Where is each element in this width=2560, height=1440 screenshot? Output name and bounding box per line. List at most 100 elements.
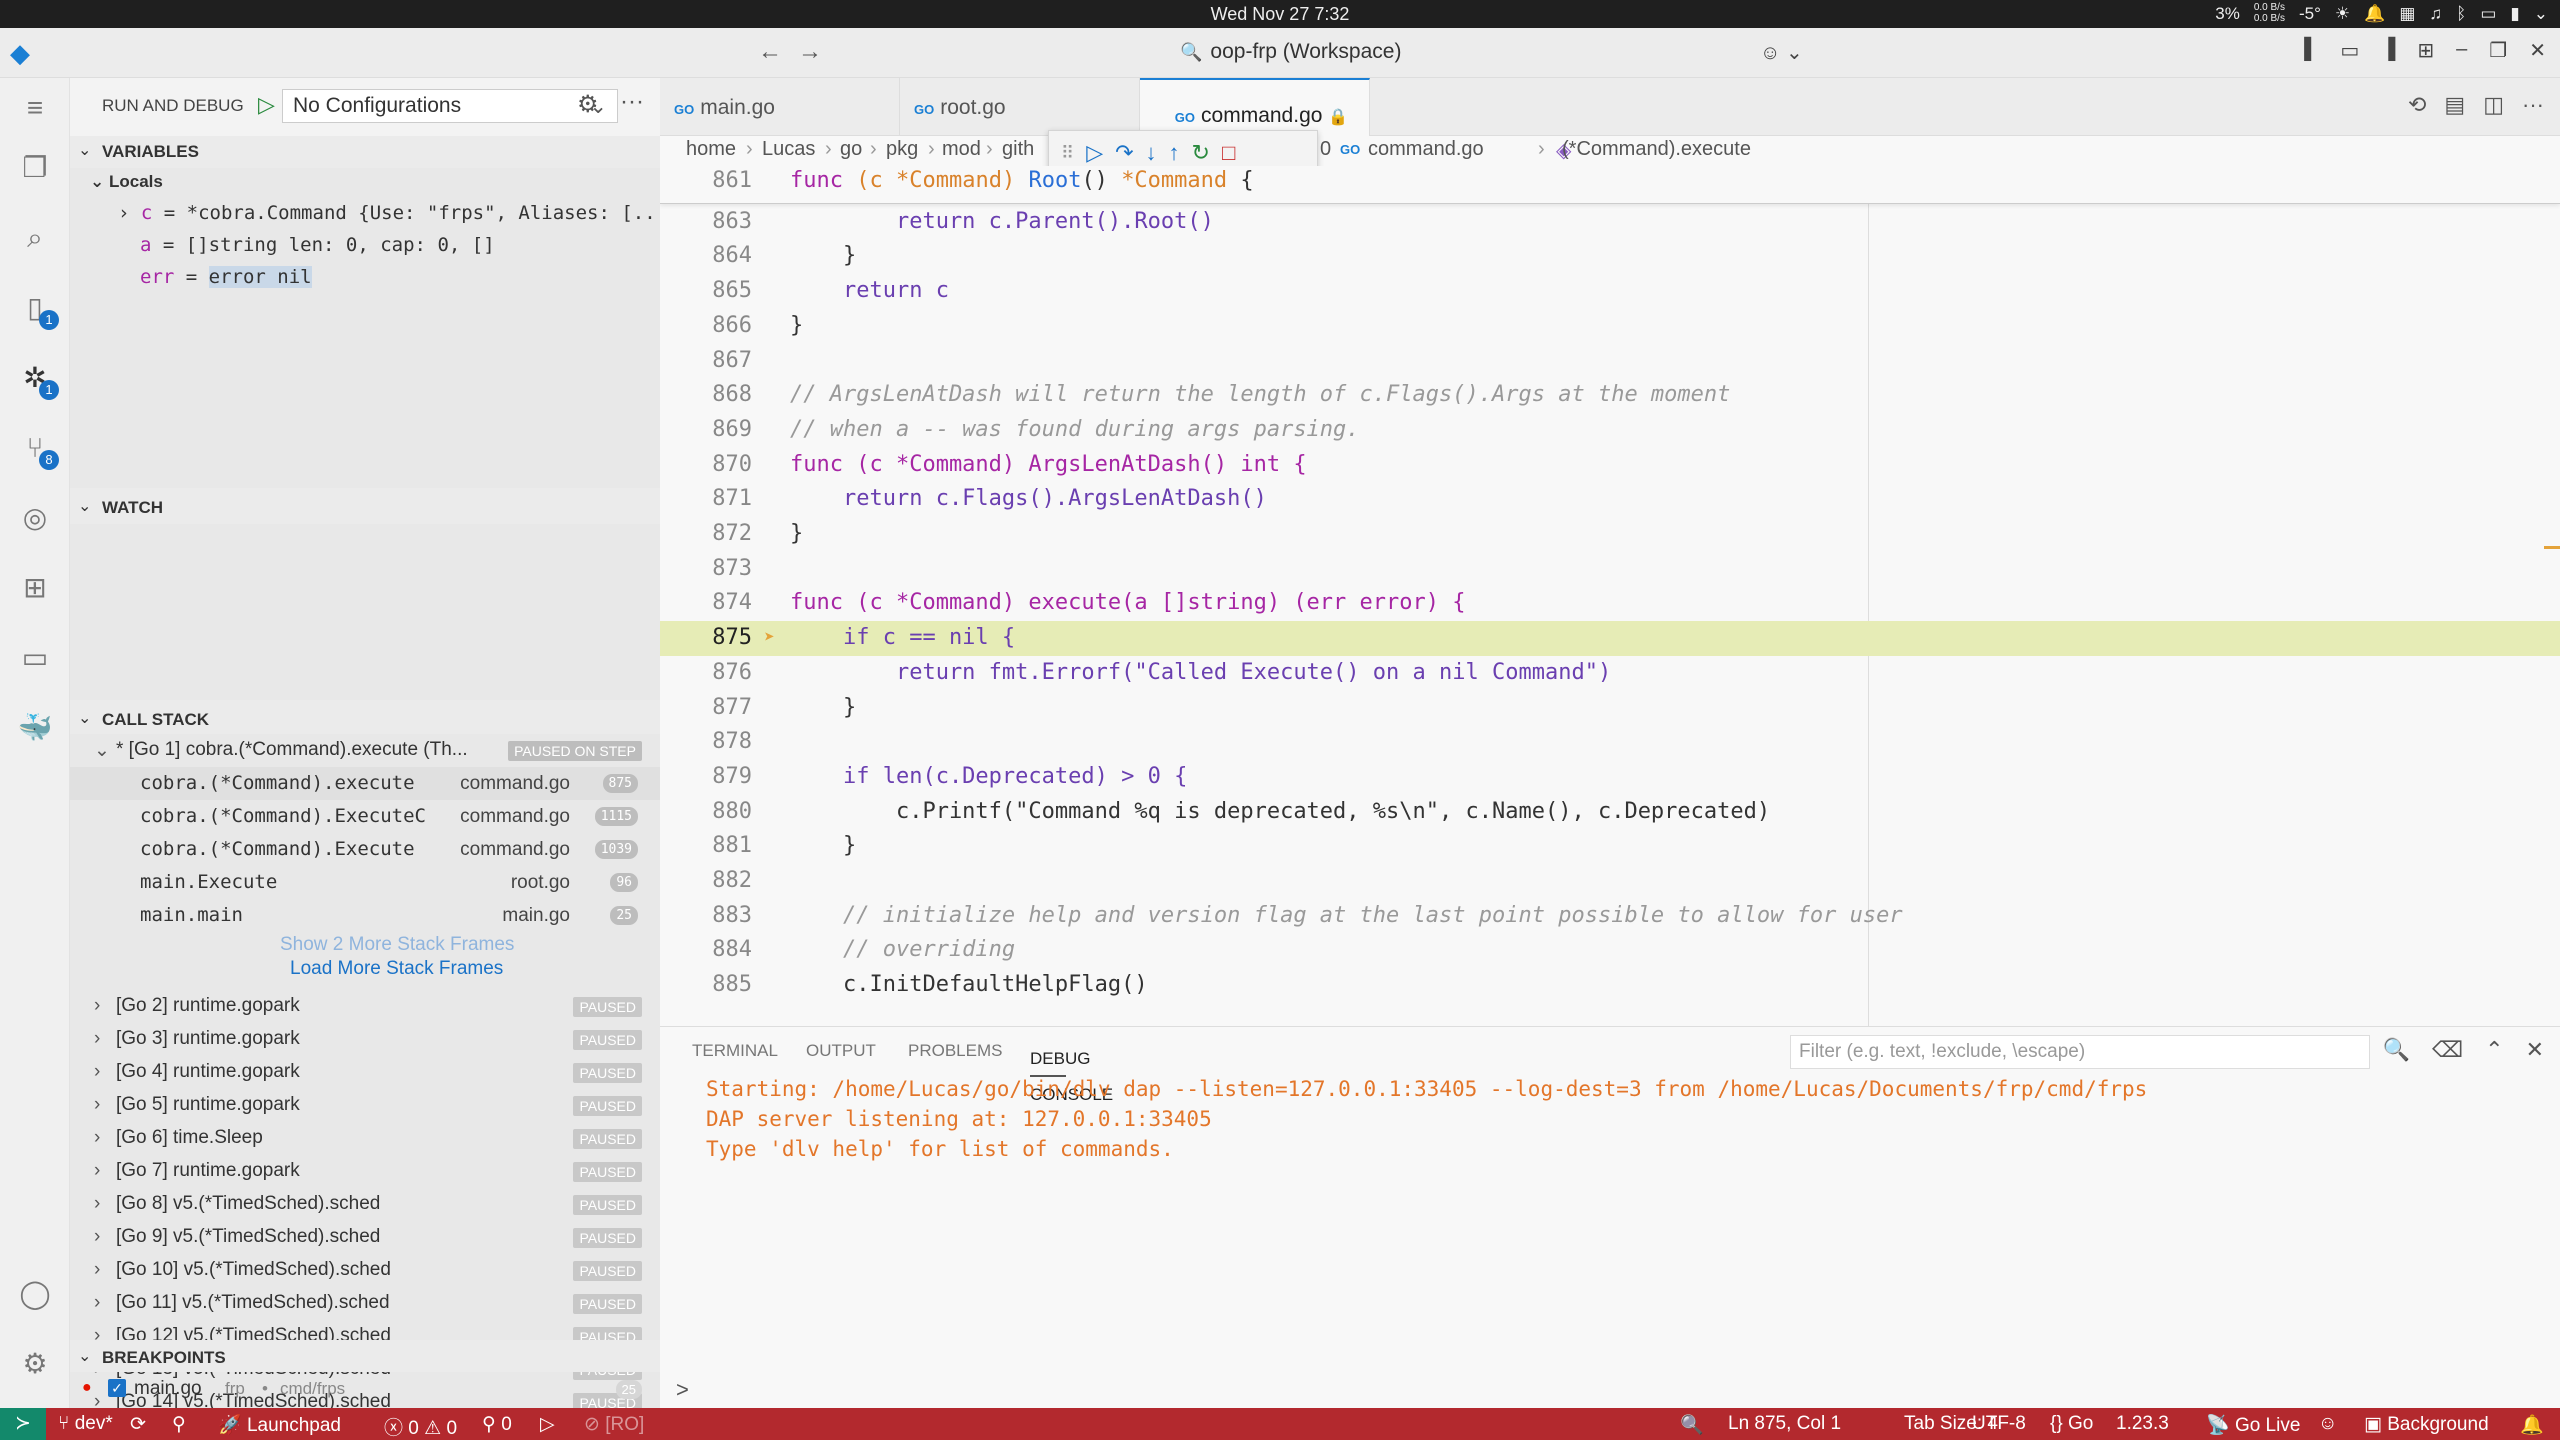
testing-icon[interactable]: ▭ <box>17 640 53 676</box>
code-line[interactable]: 884 // overriding <box>660 933 2560 968</box>
weather-temp[interactable]: -5° <box>2299 4 2321 24</box>
line-number[interactable]: 871 <box>660 486 752 511</box>
line-number[interactable]: 868 <box>660 382 752 407</box>
watch-section-header[interactable]: ⌄ WATCH <box>70 490 660 522</box>
line-number[interactable]: 865 <box>660 278 752 303</box>
variable-err[interactable]: err = error nil <box>140 266 312 288</box>
continue-icon[interactable]: ▷ <box>1086 140 1103 166</box>
callstack-section-header[interactable]: ⌄ CALL STACK <box>70 702 660 734</box>
restart-icon[interactable]: ↻ <box>1192 140 1210 166</box>
tray-chevron-icon[interactable]: ⌄ <box>2534 4 2548 24</box>
explorer-icon[interactable]: ❐ <box>17 150 53 186</box>
split-editor-icon[interactable]: ◫ <box>2483 92 2504 118</box>
stop-icon[interactable]: □ <box>1222 140 1235 166</box>
thread-item[interactable]: › [Go 9] v5.(*TimedSched).sched PAUSED <box>70 1221 660 1254</box>
breadcrumb-item[interactable]: go <box>840 138 862 161</box>
tab-output[interactable]: OUTPUT <box>806 1041 876 1061</box>
copilot-status-icon[interactable]: ☺ <box>2318 1413 2337 1435</box>
restore-icon[interactable]: ❐ <box>2489 38 2507 63</box>
code-line[interactable]: 879 if len(c.Deprecated) > 0 { <box>660 760 2560 795</box>
breadcrumb-item[interactable]: (*Command).execute <box>1562 138 1751 161</box>
thread-item[interactable]: › [Go 5] runtime.gopark PAUSED <box>70 1089 660 1122</box>
code-line[interactable]: 864 } <box>660 239 2560 274</box>
bookmarks-icon[interactable]: ▯ 1 <box>17 290 59 330</box>
code-line[interactable]: 870 func (c *Command) ArgsLenAtDash() int… <box>660 448 2560 483</box>
problems-count[interactable]: ⓧ 0 ⚠ 0 <box>384 1413 457 1440</box>
stack-frame[interactable]: main.main main.go 25 <box>70 899 660 932</box>
line-number[interactable]: 869 <box>660 417 752 442</box>
debug-icon[interactable]: ▷ <box>540 1413 555 1436</box>
thread-item[interactable]: › [Go 3] runtime.gopark PAUSED <box>70 1023 660 1056</box>
code-line[interactable]: 868 // ArgsLenAtDash will return the leng… <box>660 378 2560 413</box>
cpu-indicator[interactable]: 3% <box>2215 4 2240 24</box>
code-line[interactable]: 881 } <box>660 829 2560 864</box>
breadcrumb-item[interactable]: Lucas <box>762 138 815 161</box>
code-line[interactable]: 878 <box>660 725 2560 760</box>
line-number[interactable]: 883 <box>660 903 752 928</box>
breadcrumb-item[interactable]: mod <box>942 138 981 161</box>
breadcrumb-item[interactable]: 0 <box>1320 138 1331 161</box>
stack-frame[interactable]: cobra.(*Command).ExecuteC command.go 1115 <box>70 800 660 833</box>
load-more-frames-link[interactable]: Load More Stack Frames <box>290 958 503 980</box>
tab-terminal[interactable]: TERMINAL <box>692 1041 778 1061</box>
code-line[interactable]: 865 return c <box>660 274 2560 309</box>
copilot-icon[interactable]: ☺ ⌄ <box>1760 40 1803 65</box>
extensions-icon[interactable]: ⊞ <box>17 570 53 606</box>
thread-main[interactable]: ⌄ * [Go 1] cobra.(*Command).execute (Th..… <box>70 734 660 767</box>
line-number[interactable]: 878 <box>660 729 752 754</box>
variable-a[interactable]: a = []string len: 0, cap: 0, [] <box>140 234 495 256</box>
breakpoints-section-header[interactable]: ⌄ BREAKPOINTS <box>70 1340 660 1372</box>
line-number[interactable]: 870 <box>660 452 752 477</box>
go-version[interactable]: 1.23.3 <box>2116 1413 2169 1435</box>
code-line[interactable]: 863 return c.Parent().Root() <box>660 205 2560 240</box>
step-over-icon[interactable]: ↷ <box>1115 140 1133 166</box>
locals-scope[interactable]: ⌄ Locals <box>90 172 163 192</box>
docker-icon[interactable]: 🐳 <box>17 710 53 746</box>
close-panel-icon[interactable]: ✕ <box>2526 1037 2544 1063</box>
cursor-position[interactable]: Ln 875, Col 1 <box>1728 1413 1841 1435</box>
search-view-icon[interactable]: ⌕ <box>17 220 53 256</box>
apps-grid-icon[interactable]: ▦ <box>2399 4 2415 24</box>
music-icon[interactable]: ♫ <box>2429 4 2442 24</box>
sync-icon[interactable]: ⟳ <box>130 1413 146 1436</box>
forward-arrow-icon[interactable]: → <box>798 38 822 66</box>
line-number[interactable]: 884 <box>660 937 752 962</box>
code-line[interactable]: 872} <box>660 517 2560 552</box>
ports-count[interactable]: ⚲ 0 <box>482 1413 512 1436</box>
show-more-frames-link[interactable]: Show 2 More Stack Frames <box>280 934 514 956</box>
line-number[interactable]: 881 <box>660 833 752 858</box>
breadcrumb-item[interactable]: home <box>686 138 736 161</box>
step-out-icon[interactable]: ↑ <box>1169 140 1180 166</box>
stack-frame[interactable]: main.Execute root.go 96 <box>70 866 660 899</box>
git-branch[interactable]: ⑂ dev* <box>58 1413 113 1435</box>
source-control-icon[interactable]: ⑂ 8 <box>17 430 59 470</box>
brightness-icon[interactable]: ☀ <box>2335 4 2350 24</box>
code-line[interactable]: 883 // initialize help and version flag … <box>660 899 2560 934</box>
more-actions-icon[interactable]: ··· <box>620 88 644 116</box>
display-icon[interactable]: ▭ <box>2480 4 2496 24</box>
line-number[interactable]: 872 <box>660 521 752 546</box>
code-line[interactable]: 875 if c == nil {➤ <box>660 621 2560 657</box>
line-number[interactable]: 880 <box>660 799 752 824</box>
thread-item[interactable]: › [Go 11] v5.(*TimedSched).sched PAUSED <box>70 1287 660 1320</box>
code-line[interactable]: 877 } <box>660 691 2560 726</box>
run-debug-icon[interactable]: ✲ 1 <box>17 360 59 400</box>
code-line[interactable]: 873 <box>660 552 2560 587</box>
breadcrumb-item[interactable]: gith <box>1002 138 1034 161</box>
line-number[interactable]: 875 <box>660 625 752 650</box>
code-line[interactable]: 880 c.Printf("Command %q is deprecated, … <box>660 795 2560 830</box>
thread-item[interactable]: › [Go 4] runtime.gopark PAUSED <box>70 1056 660 1089</box>
sticky-scroll-header[interactable]: 861 func (c *Command) Root() *Command { <box>660 166 2560 204</box>
code-line[interactable]: 869 // when a -- was found during args pa… <box>660 413 2560 448</box>
battery-icon[interactable]: ▮ <box>2510 4 2519 24</box>
clear-console-icon[interactable]: ⌫ <box>2432 1037 2463 1063</box>
code-line[interactable]: 866} <box>660 309 2560 344</box>
breakpoint-item[interactable]: ● ✓ main.go frp • cmd/frps 25 <box>70 1373 660 1408</box>
stack-frame[interactable]: cobra.(*Command).execute command.go 875 <box>70 767 660 800</box>
thread-item[interactable]: › [Go 2] runtime.gopark PAUSED <box>70 990 660 1023</box>
os-clock[interactable]: Wed Nov 27 7:32 <box>0 4 2560 25</box>
thread-item[interactable]: › [Go 6] time.Sleep PAUSED <box>70 1122 660 1155</box>
network-speed[interactable]: 0.0 B/s 0.0 B/s <box>2254 2 2285 24</box>
preview-icon[interactable]: ▤ <box>2444 92 2465 118</box>
go-live[interactable]: 📡 Go Live <box>2206 1413 2300 1437</box>
